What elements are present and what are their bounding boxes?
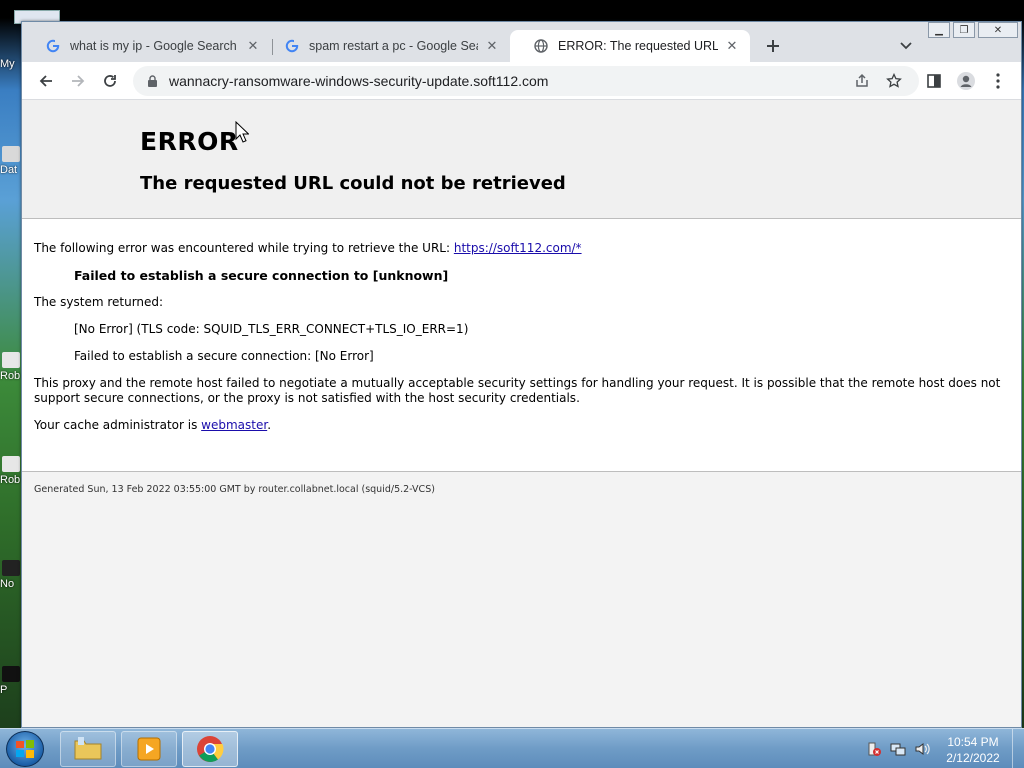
desktop-icon-rob-2[interactable]: Rob <box>0 456 22 486</box>
side-panel-icon <box>927 74 941 88</box>
document-icon <box>2 456 20 472</box>
application-icon <box>2 666 20 682</box>
close-icon[interactable]: ✕ <box>245 38 261 54</box>
chevron-down-icon <box>900 42 912 50</box>
system-returned-label: The system returned: <box>34 295 164 309</box>
page-content: ERROR The requested URL could not be ret… <box>22 100 1021 727</box>
failure-message: Failed to establish a secure connection … <box>74 268 449 283</box>
plus-icon <box>767 40 779 52</box>
desktop-icon-label: Dat <box>0 164 18 176</box>
desktop-icon-my[interactable]: My <box>0 58 22 70</box>
tab-spam-restart[interactable]: spam restart a pc - Google Search ✕ <box>261 30 510 62</box>
forward-button[interactable] <box>64 67 92 95</box>
tab-what-is-my-ip[interactable]: what is my ip - Google Search ✕ <box>22 30 271 62</box>
close-icon: ✕ <box>993 24 1003 36</box>
tab-strip: what is my ip - Google Search ✕ spam res… <box>22 22 1021 62</box>
taskbar-media-player[interactable] <box>121 731 177 767</box>
menu-button[interactable] <box>984 67 1012 95</box>
desktop-icon-label: Rob <box>0 370 21 382</box>
reload-icon <box>104 75 116 87</box>
intro-text: The following error was encountered whil… <box>34 241 454 255</box>
error-subtitle: The requested URL could not be retrieved <box>140 173 566 194</box>
address-bar[interactable]: wannacry-ransomware-windows-security-upd… <box>133 66 919 96</box>
minimize-icon: ▁ <box>935 24 943 36</box>
close-icon[interactable]: ✕ <box>484 38 500 54</box>
chrome-window: what is my ip - Google Search ✕ spam res… <box>21 21 1022 728</box>
admin-suffix: . <box>267 418 272 432</box>
network-icon[interactable] <box>890 741 906 757</box>
url-text[interactable]: wannacry-ransomware-windows-security-upd… <box>169 73 548 89</box>
desktop-icon-p[interactable]: P <box>0 666 22 696</box>
minimize-button[interactable]: ▁ <box>928 22 950 38</box>
close-window-button[interactable]: ✕ <box>978 22 1018 38</box>
folder-icon <box>74 737 102 760</box>
back-button[interactable] <box>32 67 60 95</box>
tab-title: ERROR: The requested URL could not be re… <box>558 39 718 53</box>
new-tab-button[interactable] <box>762 35 784 57</box>
reload-button[interactable] <box>96 67 124 95</box>
arrow-right-icon <box>72 75 85 87</box>
action-center-icon[interactable] <box>866 741 882 757</box>
desktop-icon-no[interactable]: No <box>0 560 22 590</box>
document-icon <box>2 146 20 162</box>
clock-date: 2/12/2022 <box>946 751 1000 765</box>
requested-url-link[interactable]: https://soft112.com/* <box>454 241 582 255</box>
cache-admin: Your cache administrator is webmaster. <box>34 418 1009 433</box>
star-icon <box>886 73 902 88</box>
mouse-cursor-icon <box>235 120 250 147</box>
desktop-icon-rob-1[interactable]: Rob <box>0 352 22 382</box>
secure-connection-failed: Failed to establish a secure connection:… <box>74 349 374 363</box>
taskbar-explorer[interactable] <box>60 731 116 767</box>
system-clock[interactable]: 10:54 PM 2/12/2022 <box>940 734 1006 766</box>
profile-button[interactable] <box>952 67 980 95</box>
share-icon <box>856 73 868 87</box>
side-panel-button[interactable] <box>920 67 948 95</box>
webmaster-link[interactable]: webmaster <box>201 418 267 432</box>
document-icon <box>2 352 20 368</box>
desktop-icon-dat[interactable]: Dat <box>0 146 22 176</box>
tab-title: spam restart a pc - Google Search <box>309 39 478 53</box>
desktop-icon-label: Rob <box>0 474 21 486</box>
tab-error[interactable]: ERROR: The requested URL could not be re… <box>510 30 750 62</box>
application-icon <box>2 560 20 576</box>
kebab-menu-icon <box>996 73 1000 89</box>
error-title: ERROR <box>140 127 239 156</box>
taskbar-chrome[interactable] <box>182 731 238 767</box>
taskbar: 10:54 PM 2/12/2022 <box>0 728 1024 768</box>
windows-logo-icon <box>16 740 34 758</box>
arrow-left-icon <box>39 75 52 87</box>
restore-icon: ❐ <box>959 24 969 36</box>
generated-footer: Generated Sun, 13 Feb 2022 03:55:00 GMT … <box>34 484 435 495</box>
tab-search-button[interactable] <box>896 36 916 56</box>
maximize-button[interactable]: ❐ <box>953 22 975 38</box>
info-icon[interactable] <box>145 74 159 88</box>
desktop-icon-label: P <box>0 684 8 696</box>
volume-icon[interactable] <box>914 741 930 757</box>
admin-text: Your cache administrator is <box>34 418 202 432</box>
globe-icon <box>534 39 548 53</box>
media-player-icon <box>137 737 161 761</box>
start-button[interactable] <box>6 731 44 767</box>
profile-icon <box>957 72 975 90</box>
browser-toolbar: wannacry-ransomware-windows-security-upd… <box>22 62 1021 100</box>
chrome-icon <box>197 736 224 762</box>
desktop-icon-label: No <box>0 578 15 590</box>
close-icon[interactable]: ✕ <box>724 38 740 54</box>
google-g-icon <box>46 39 60 53</box>
tab-title: what is my ip - Google Search <box>70 39 237 53</box>
show-desktop-button[interactable] <box>1012 729 1024 768</box>
desktop-icon-label: My <box>0 58 15 70</box>
tls-code: [No Error] (TLS code: SQUID_TLS_ERR_CONN… <box>74 322 469 336</box>
error-header: ERROR The requested URL could not be ret… <box>22 100 1021 219</box>
google-g-icon <box>285 39 299 53</box>
clock-time: 10:54 PM <box>947 735 999 749</box>
bookmark-button[interactable] <box>880 67 908 95</box>
error-body: The following error was encountered whil… <box>22 219 1021 472</box>
error-intro: The following error was encountered whil… <box>34 241 1009 256</box>
proxy-explanation: This proxy and the remote host failed to… <box>34 376 1001 405</box>
share-button[interactable] <box>848 67 876 95</box>
